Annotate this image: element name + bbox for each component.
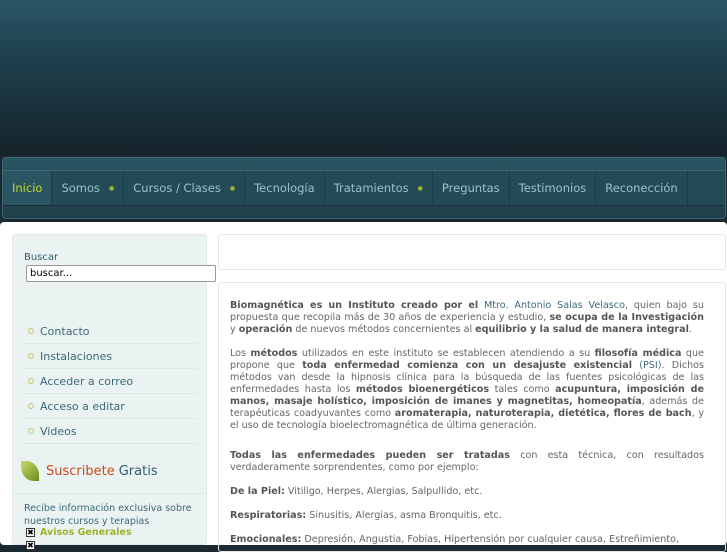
subscribe-title: Suscribete — [46, 463, 115, 479]
subscribe-heading: Suscribete Gratis — [21, 461, 158, 481]
bullet-icon — [28, 328, 34, 334]
nav-item-inicio[interactable]: Inicio — [3, 171, 53, 205]
main-content: Biomagnética es un Instituto creado por … — [218, 282, 726, 552]
bullet-icon — [28, 428, 34, 434]
inline-link[interactable]: (PSI) — [632, 360, 661, 371]
search-input[interactable] — [26, 265, 216, 282]
bullet-icon — [28, 378, 34, 384]
checkbox-icon[interactable]: ✖ — [26, 528, 35, 537]
bold-text: equilibrio y la salud de manera integral — [475, 324, 689, 335]
bold-text: métodos bioenergéticos — [355, 384, 490, 395]
text: Depresión, Angustia, Fobias, Hipertensió… — [301, 534, 680, 545]
subscribe-description: Recibe información exclusiva sobre nuest… — [24, 503, 192, 527]
paragraph-skin: De la Piel: Vitiligo, Herpes, Alergias, … — [230, 486, 704, 498]
text: Sinusitis, Alergias, asma Bronquitis, et… — [306, 510, 502, 521]
bold-text: Respiratorias: — [230, 510, 307, 521]
bold-text: filosofía médica — [594, 348, 682, 359]
checkbox-label: Avisos Generales — [40, 527, 132, 538]
checkbox-icon[interactable]: ✖ — [26, 541, 35, 550]
bullet-icon — [28, 403, 34, 409]
checkbox-avisos-generales[interactable]: ✖ Avisos Generales — [26, 527, 132, 538]
bold-text: De la Piel: — [230, 486, 285, 497]
submenu-indicator-icon: ● — [417, 184, 423, 192]
submenu-indicator-icon: ● — [109, 184, 115, 192]
sidebar-link-label: Acceso a editar — [40, 399, 125, 413]
sidebar-link[interactable]: Acceso a editar — [25, 394, 196, 419]
bullet-icon — [28, 353, 34, 359]
nav-item-label: Reconección — [605, 181, 678, 195]
bold-text: operación — [238, 324, 293, 335]
sidebar-link-label: Contacto — [40, 324, 90, 338]
sidebar-link[interactable]: Videos — [25, 419, 196, 444]
nav-item-tecnolog-a[interactable]: Tecnología — [245, 171, 325, 205]
bold-text: toda enfermedad comienza con un desajust… — [302, 360, 632, 371]
text: y — [230, 324, 239, 335]
sidebar-link[interactable]: Acceder a correo — [25, 369, 196, 394]
nav-item-label: Tecnología — [254, 181, 315, 195]
nav-item-label: Somos — [61, 181, 101, 195]
text: tales como — [489, 384, 556, 395]
sidebar-link-label: Instalaciones — [40, 349, 113, 363]
nav-item-label: Tratamientos — [333, 181, 409, 195]
nav-item-cursos-clases[interactable]: Cursos / Clases ● — [124, 171, 246, 205]
search-label: Buscar — [24, 252, 59, 263]
paragraph-emotional: Emocionales: Depresión, Angustia, Fobias… — [230, 534, 704, 546]
divider — [13, 493, 206, 494]
text: utilizados en este instituto se establec… — [297, 348, 595, 359]
bold-text: Todas las enfermedades pueden ser tratad… — [230, 450, 510, 461]
nav-item-label: Preguntas — [441, 181, 500, 195]
text: Vitiligo, Herpes, Alergias, Salpullido, … — [284, 486, 483, 497]
nav-item-tratamientos[interactable]: Tratamientos ● — [325, 171, 433, 205]
bold-text: aromaterapia, naturoterapia, dietética, … — [394, 408, 692, 419]
leaf-icon — [21, 461, 39, 481]
paragraph-diseases: Todas las enfermedades pueden ser tratad… — [230, 450, 704, 474]
site-header-banner — [0, 0, 727, 155]
sidebar-link[interactable]: Contacto — [25, 319, 196, 344]
nav-item-preguntas[interactable]: Preguntas — [433, 171, 510, 205]
nav-item-testimonios[interactable]: Testimonios — [510, 171, 597, 205]
checkbox-second[interactable]: ✖ — [26, 541, 40, 550]
bold-text: se ocupa de la Investigación — [549, 312, 704, 323]
sidebar-link-label: Acceder a correo — [40, 374, 134, 388]
sidebar-menu: Contacto Instalaciones Acceder a correo Acc… — [25, 319, 196, 444]
sidebar-link-label: Videos — [40, 424, 77, 438]
nav-item-reconecci-n[interactable]: Reconección — [596, 171, 688, 205]
sidebar: Buscar Contacto Instalaciones Acceder a co… — [12, 234, 216, 550]
text: . — [688, 324, 692, 335]
nav-item-label: Inicio — [12, 181, 43, 195]
subscribe-title-free: Gratis — [118, 463, 158, 479]
text: de nuevos métodos concernientes al — [292, 324, 476, 335]
submenu-indicator-icon: ● — [229, 184, 236, 192]
bold-text: Biomagnética es un Instituto creado por … — [230, 300, 479, 311]
inline-link[interactable]: Mtro. Antonio Salas Velasco — [478, 300, 625, 311]
content-top-box — [218, 234, 726, 270]
bold-text: Emocionales: — [230, 534, 302, 545]
nav-bar: Inicio Somos ● Cursos / Clases ● Tecnología Tr… — [3, 170, 725, 206]
nav-item-somos[interactable]: Somos ● — [52, 171, 125, 205]
main-nav: Inicio Somos ● Cursos / Clases ● Tecnología Tr… — [2, 157, 726, 219]
text: Los — [230, 348, 251, 359]
paragraph-methods: Los métodos utilizados en este instituto… — [230, 348, 704, 432]
sidebar-link[interactable]: Instalaciones — [25, 344, 196, 369]
nav-item-label: Testimonios — [518, 181, 587, 195]
paragraph-intro: Biomagnética es un Instituto creado por … — [230, 300, 704, 336]
bold-text: métodos — [250, 348, 298, 359]
paragraph-respiratory: Respiratorias: Sinusitis, Alergias, asma… — [230, 510, 704, 522]
nav-item-label: Cursos / Clases — [133, 181, 221, 195]
